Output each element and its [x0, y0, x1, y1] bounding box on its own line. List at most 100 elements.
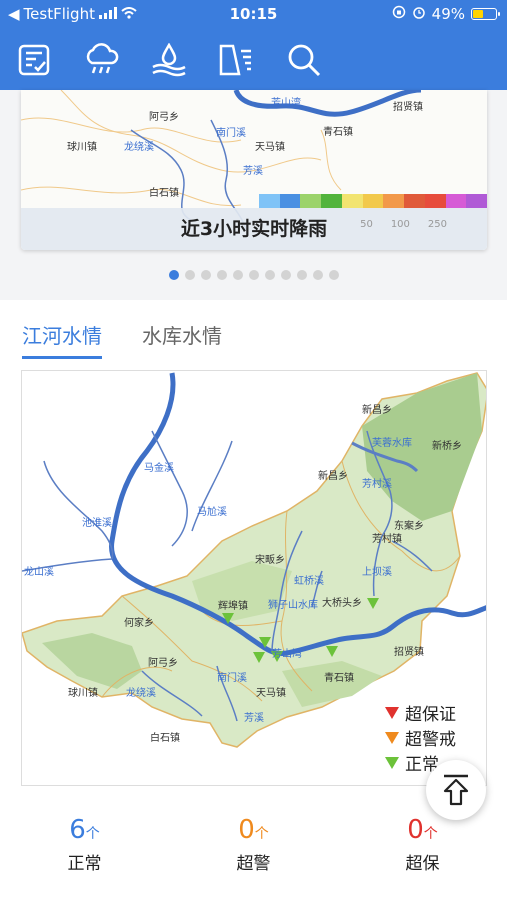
- water-section: 江河水情 水库水情 马金溪 马尬溪 池淮溪 龙山溪 新昌乡 芙蓉水库 新桥乡 新…: [0, 300, 507, 900]
- legend-item-over-guarantee: 超保证: [385, 700, 456, 725]
- water-tabs: 江河水情 水库水情: [22, 320, 222, 359]
- scale-label: 50: [360, 219, 373, 230]
- stat-unit: 个: [85, 826, 100, 842]
- green-triangle-icon: [385, 756, 399, 769]
- rain-icon[interactable]: [82, 40, 122, 80]
- stat-normal[interactable]: 6个 正常: [0, 815, 169, 874]
- river-map-label: 阿弓乡: [148, 658, 178, 669]
- carousel-dot[interactable]: [248, 270, 259, 280]
- rain-legend-swatch: [341, 194, 363, 208]
- rain-legend-bar: [259, 194, 487, 208]
- battery-icon: [471, 8, 500, 20]
- legend-label: 超警戒: [405, 730, 456, 750]
- rain-map-label: 天马镇: [255, 142, 285, 153]
- river-map-label: 青石镇: [324, 673, 354, 684]
- search-icon[interactable]: [284, 40, 324, 80]
- scale-label: 100: [390, 219, 410, 230]
- river-map-label: 大桥头乡: [322, 598, 362, 609]
- reservoir-icon[interactable]: [216, 40, 256, 80]
- rain-legend-swatch: [445, 194, 467, 208]
- carousel-dot[interactable]: [216, 270, 227, 280]
- water-level-icon[interactable]: [149, 40, 189, 80]
- stat-value: 0: [238, 815, 255, 845]
- stat-label: 超保: [405, 854, 440, 874]
- carousel-dot[interactable]: [184, 270, 195, 280]
- tab-reservoir-water[interactable]: 水库水情: [142, 320, 222, 359]
- report-icon[interactable]: [14, 40, 54, 80]
- rain-map-label: 龙绕溪: [124, 142, 154, 153]
- carousel-dot[interactable]: [232, 270, 243, 280]
- river-map-label: 芙蓉水库: [372, 438, 412, 449]
- carousel-dot[interactable]: [312, 270, 323, 280]
- carousel-dot[interactable]: [264, 270, 275, 280]
- river-map-label: 虹桥溪: [294, 576, 324, 587]
- river-map-label: 池淮溪: [82, 518, 112, 529]
- rain-map-label: 招贤镇: [393, 102, 423, 113]
- carousel-dot[interactable]: [328, 270, 339, 280]
- rain-legend-swatch: [279, 194, 301, 208]
- rain-map-label: 芳山湾: [271, 98, 301, 109]
- stat-label: 正常: [67, 854, 102, 874]
- status-bar: ◀ TestFlight 10:15 49%: [0, 0, 507, 30]
- river-map-label: 招贤镇: [394, 647, 424, 658]
- station-stats: 6个 正常 0个 超警 0个 超保: [0, 815, 507, 874]
- alarm-icon: [412, 5, 426, 23]
- river-map-label: 芳溪: [244, 713, 264, 724]
- rain-legend-swatch: [404, 194, 425, 208]
- river-map-label: 龙绕溪: [126, 688, 156, 699]
- rain-legend-swatch: [300, 194, 322, 208]
- stat-over-guarantee[interactable]: 0个 超保: [338, 815, 507, 874]
- rain-map-label: 南门溪: [216, 128, 246, 139]
- river-map-label: 芳村溪: [362, 479, 392, 490]
- rain-legend-swatch: [362, 194, 384, 208]
- carousel-pagination: [0, 270, 507, 280]
- red-triangle-icon: [385, 706, 399, 719]
- legend-label: 超保证: [405, 705, 456, 725]
- rain-legend-swatch: [321, 194, 342, 208]
- river-map-label: 狮子山水库: [268, 600, 318, 611]
- orientation-lock-icon: [392, 5, 406, 23]
- rain-map-label: 青石镇: [323, 127, 353, 138]
- rain-legend-swatch: [259, 194, 280, 208]
- river-map-label: 芳村镇: [372, 534, 402, 545]
- river-map-label: 白石镇: [150, 733, 180, 744]
- orange-triangle-icon: [385, 731, 399, 744]
- rain-scale-labels: 50 100 250: [360, 219, 447, 230]
- river-map-label: 新昌乡: [318, 471, 348, 482]
- river-map-label: 辉埠镇: [218, 601, 248, 612]
- river-map-label: 马金溪: [144, 463, 174, 474]
- rain-map-card[interactable]: 阿弓乡 招贤镇 球川镇 龙绕溪 南门溪 天马镇 青石镇 芳溪 白石镇 芳山湾 近…: [21, 90, 487, 250]
- stat-unit: 个: [254, 826, 269, 842]
- river-map-label: 宋畈乡: [255, 555, 285, 566]
- scale-label: 250: [427, 219, 447, 230]
- river-map-label: 马尬溪: [197, 507, 227, 518]
- battery-percent: 49%: [431, 5, 465, 23]
- rain-map-label: 芳溪: [243, 166, 263, 177]
- rain-map-label: 阿弓乡: [149, 112, 179, 123]
- river-map-label: 南门溪: [217, 673, 247, 684]
- stat-label: 超警: [236, 854, 271, 874]
- carousel-dot[interactable]: [168, 270, 179, 280]
- river-map-label: 何家乡: [124, 618, 154, 629]
- river-map-label: 上坝溪: [362, 567, 392, 578]
- river-map-label: 芳山湾: [272, 649, 302, 660]
- rain-legend-swatch: [424, 194, 446, 208]
- legend-item-over-warning: 超警戒: [385, 725, 456, 750]
- back-to-top-button[interactable]: [426, 760, 486, 820]
- carousel-dot[interactable]: [280, 270, 291, 280]
- carousel-dot[interactable]: [200, 270, 211, 280]
- rain-map-label: 白石镇: [149, 188, 179, 199]
- stat-unit: 个: [423, 826, 438, 842]
- tab-river-water[interactable]: 江河水情: [22, 320, 102, 359]
- stat-over-warning[interactable]: 0个 超警: [169, 815, 338, 874]
- river-map-label: 龙山溪: [24, 567, 54, 578]
- river-map-label: 球川镇: [68, 688, 98, 699]
- app-toolbar: [0, 30, 507, 90]
- rain-map-label: 球川镇: [67, 142, 97, 153]
- carousel-dot[interactable]: [296, 270, 307, 280]
- stat-value: 6: [69, 815, 86, 845]
- rain-legend-swatch: [466, 194, 487, 208]
- stat-value: 0: [407, 815, 424, 845]
- arrow-up-icon: [443, 774, 469, 806]
- river-map-label: 天马镇: [256, 688, 286, 699]
